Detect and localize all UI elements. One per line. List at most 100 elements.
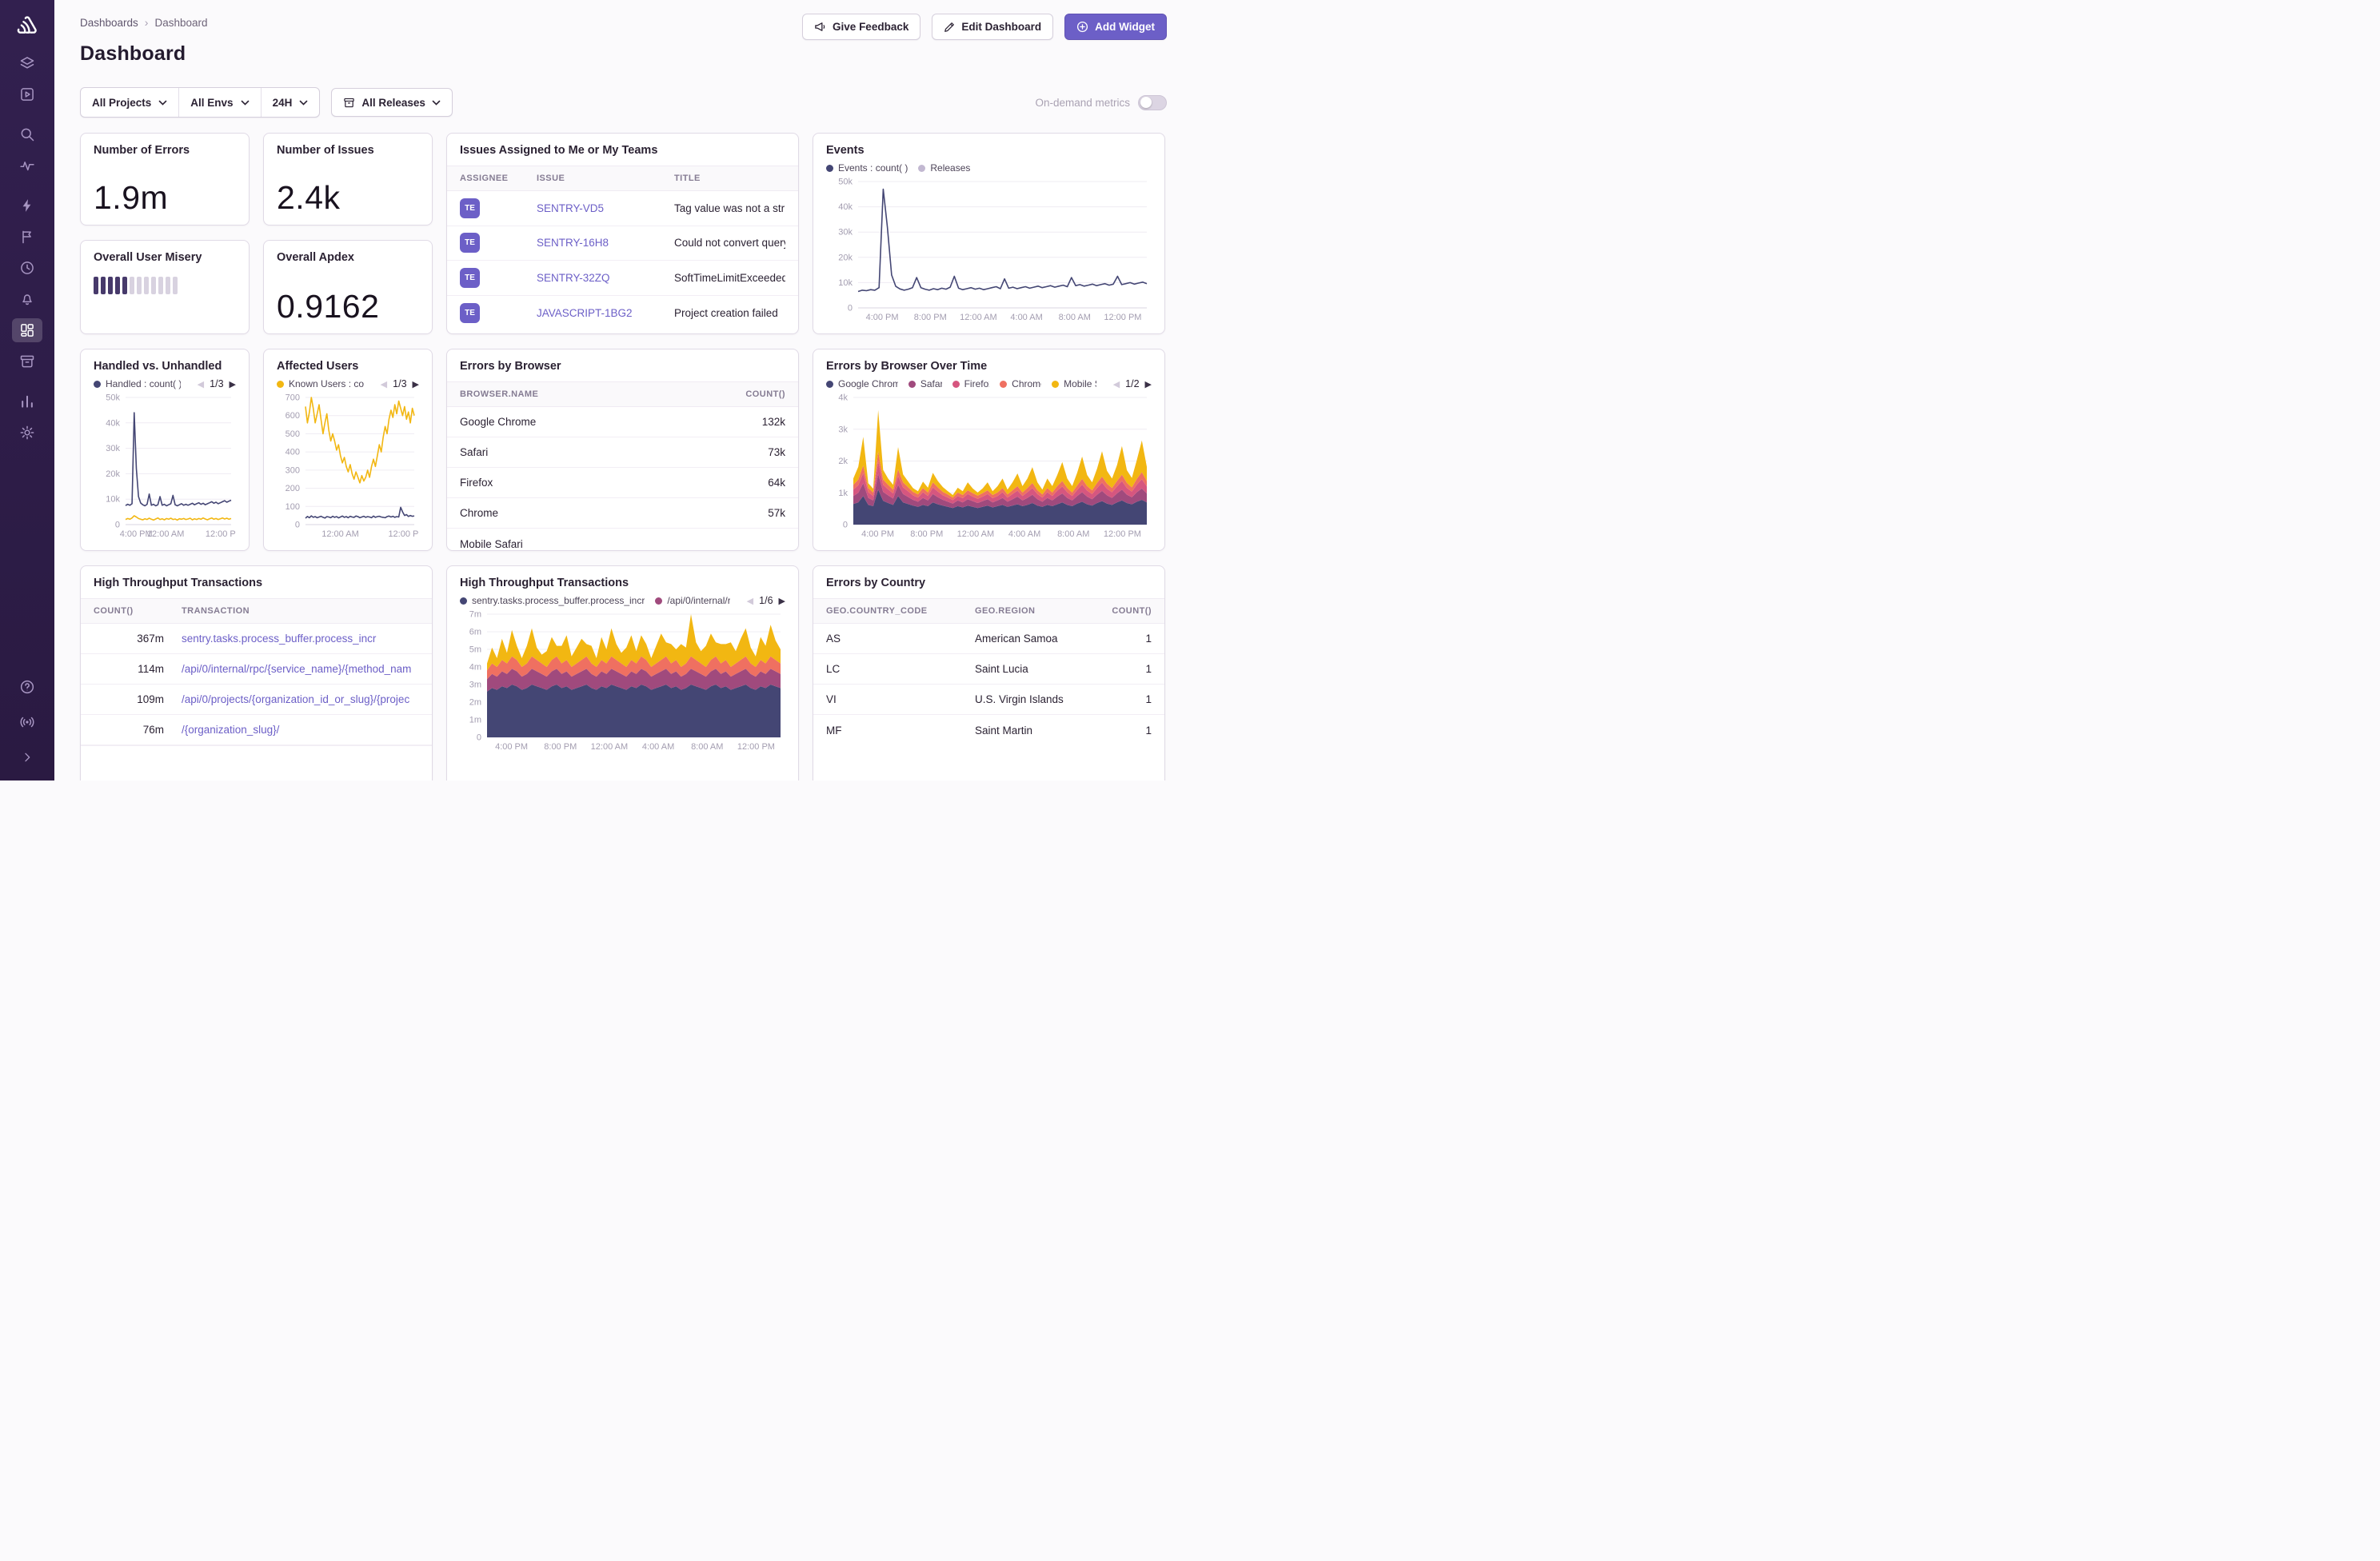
- assignee-avatar[interactable]: TE: [460, 198, 480, 218]
- issue-link[interactable]: SENTRY-32ZQ: [537, 272, 674, 284]
- legend-label: Chrome: [1012, 378, 1041, 389]
- legend-item[interactable]: Chrome: [1000, 378, 1041, 389]
- sidebar-item-issues[interactable]: [12, 51, 42, 75]
- table-row: VI U.S. Virgin Islands 1: [813, 685, 1164, 715]
- svg-text:4:00 AM: 4:00 AM: [642, 742, 674, 752]
- svg-text:4k: 4k: [838, 393, 848, 403]
- legend-item-handled[interactable]: Handled : count( ): [94, 378, 181, 389]
- country-code: MF: [826, 724, 842, 737]
- legend-item[interactable]: Firefox: [952, 378, 989, 389]
- pager-prev-icon[interactable]: ◀: [198, 379, 204, 389]
- widget-errors-by-country: Errors by Country GEO.COUNTRY_CODE GEO.R…: [813, 565, 1165, 780]
- assignee-avatar[interactable]: TE: [460, 267, 480, 288]
- country-region: Saint Lucia: [975, 663, 1028, 675]
- high-throughput-chart[interactable]: 0 1m 2m 3m 4m 5m 6m 7m 4:00 PM 8:00 PM 12:00 AM 4:0…: [460, 609, 785, 753]
- widget-title: Overall Apdex: [277, 251, 354, 264]
- affected-users-chart[interactable]: 0 100 200 300 400 500 600 700 12:00 AM 12:00 P: [277, 392, 419, 540]
- sidebar-item-activity[interactable]: [12, 154, 42, 178]
- activity-icon: [20, 162, 34, 171]
- whats-new-button[interactable]: [12, 710, 42, 734]
- pager-next-icon[interactable]: ▶: [230, 379, 236, 389]
- legend-item-events[interactable]: Events : count( ): [826, 162, 908, 174]
- pager-next-icon[interactable]: ▶: [1145, 379, 1152, 389]
- handled-chart[interactable]: 0 10k 20k 30k 40k 50k 4:00 PM 12:00 AM 12:00 P: [94, 392, 236, 540]
- legend-dot: [460, 597, 467, 605]
- transaction-link[interactable]: /api/0/internal/rpc/{service_name}/{meth…: [182, 663, 419, 675]
- issue-link[interactable]: SENTRY-16H8: [537, 237, 674, 249]
- svg-text:50k: 50k: [838, 178, 853, 187]
- transaction-link[interactable]: /{organization_slug}/: [182, 724, 419, 736]
- svg-text:4:00 AM: 4:00 AM: [1010, 313, 1042, 322]
- sidebar-item-replays[interactable]: [12, 256, 42, 280]
- sidebar-item-search[interactable]: [12, 122, 42, 146]
- table-header: ASSIGNEE ISSUE TITLE: [447, 166, 798, 191]
- legend-dot: [826, 380, 833, 388]
- sidebar-item-performance[interactable]: [12, 194, 42, 218]
- country-count: 1: [1145, 663, 1152, 675]
- legend-item-releases[interactable]: Releases: [918, 162, 970, 174]
- transaction-link[interactable]: sentry.tasks.process_buffer.process_incr: [182, 633, 419, 645]
- legend-item[interactable]: sentry.tasks.process_buffer.process_incr: [460, 595, 645, 606]
- legend-pager: ◀ 1/3 ▶: [191, 378, 236, 389]
- legend-item[interactable]: /api/0/internal/r: [655, 595, 730, 606]
- pager-next-icon[interactable]: ▶: [413, 379, 419, 389]
- legend-label: Handled : count( ): [106, 378, 181, 389]
- svg-text:20k: 20k: [106, 469, 120, 479]
- chart-legend: Handled : count( ) ◀ 1/3 ▶: [94, 378, 236, 389]
- pager-prev-icon[interactable]: ◀: [1113, 379, 1120, 389]
- releases-filter[interactable]: All Releases: [331, 88, 453, 117]
- assignee-avatar[interactable]: TE: [460, 233, 480, 254]
- svg-text:1k: 1k: [838, 489, 848, 498]
- environment-filter[interactable]: All Envs: [178, 88, 260, 117]
- help-button[interactable]: [12, 675, 42, 699]
- transaction-link[interactable]: /api/0/projects/{organization_id_or_slug…: [182, 693, 419, 705]
- widget-overall-user-misery: Overall User Misery: [80, 240, 250, 334]
- issue-link[interactable]: SENTRY-VD5: [537, 202, 674, 214]
- sentry-logo[interactable]: [12, 10, 42, 40]
- legend-item-known-users[interactable]: Known Users : cour: [277, 378, 364, 389]
- breadcrumb-dashboards[interactable]: Dashboards: [80, 17, 138, 29]
- assignee-avatar[interactable]: TE: [460, 302, 480, 323]
- project-filter[interactable]: All Projects: [81, 88, 178, 117]
- page-filter-group: All Projects All Envs 24H: [80, 87, 321, 118]
- chevron-right-icon: [25, 753, 30, 762]
- legend-label: Mobile S: [1064, 378, 1096, 389]
- issue-link[interactable]: JAVASCRIPT-1BG2: [537, 307, 674, 319]
- svg-text:500: 500: [286, 429, 300, 439]
- sidebar-item-stats[interactable]: [12, 389, 42, 413]
- give-feedback-button[interactable]: Give Feedback: [802, 14, 921, 40]
- sidebar-item-projects[interactable]: [12, 82, 42, 106]
- on-demand-toggle[interactable]: [1138, 94, 1167, 110]
- svg-text:4:00 AM: 4:00 AM: [1008, 529, 1040, 539]
- widget-high-throughput-transactions-chart: High Throughput Transactions sentry.task…: [446, 565, 799, 780]
- legend-item[interactable]: Mobile S: [1052, 378, 1096, 389]
- sidebar-item-feedback[interactable]: [12, 225, 42, 249]
- legend-dot: [277, 380, 284, 388]
- pager-prev-icon[interactable]: ◀: [381, 379, 387, 389]
- edit-dashboard-button[interactable]: Edit Dashboard: [932, 14, 1054, 40]
- sidebar-item-settings[interactable]: [12, 421, 42, 445]
- sidebar-item-releases[interactable]: [12, 349, 42, 373]
- date-range-filter[interactable]: 24H: [260, 88, 320, 117]
- errors-by-browser-over-time-chart[interactable]: 0 1k 2k 3k 4k 4:00 PM 8:00 PM 12:00 AM 4:00 AM 8:…: [826, 392, 1152, 540]
- collapse-sidebar-button[interactable]: [12, 745, 42, 769]
- header-actions: Give Feedback Edit Dashboard Add Widget: [802, 14, 1167, 40]
- pager-prev-icon[interactable]: ◀: [747, 596, 753, 606]
- add-widget-button[interactable]: Add Widget: [1064, 14, 1167, 40]
- events-chart[interactable]: 0 10k 20k 30k 40k 50k 4:00 PM 8:00 PM 12:00 AM 4:…: [826, 176, 1152, 323]
- legend-item[interactable]: Safari: [908, 378, 942, 389]
- svg-text:12:00 P: 12:00 P: [388, 529, 418, 539]
- pager-next-icon[interactable]: ▶: [779, 596, 785, 606]
- sidebar-item-dashboards[interactable]: [12, 318, 42, 342]
- sidebar-item-alerts[interactable]: [12, 287, 42, 311]
- legend-dot: [1000, 380, 1008, 388]
- issues-table: ASSIGNEE ISSUE TITLE TE SENTRY-VD5 Tag v…: [447, 166, 798, 330]
- browser-name: Safari: [460, 446, 489, 458]
- chevron-down-icon: [300, 100, 308, 106]
- column-header-assignee: ASSIGNEE: [460, 174, 509, 183]
- svg-text:12:00 PM: 12:00 PM: [1104, 529, 1141, 539]
- table-header: BROWSER.NAME COUNT(): [447, 381, 798, 407]
- legend-item[interactable]: Google Chrome: [826, 378, 898, 389]
- svg-text:8:00 AM: 8:00 AM: [691, 742, 723, 752]
- legend-dot: [655, 597, 663, 605]
